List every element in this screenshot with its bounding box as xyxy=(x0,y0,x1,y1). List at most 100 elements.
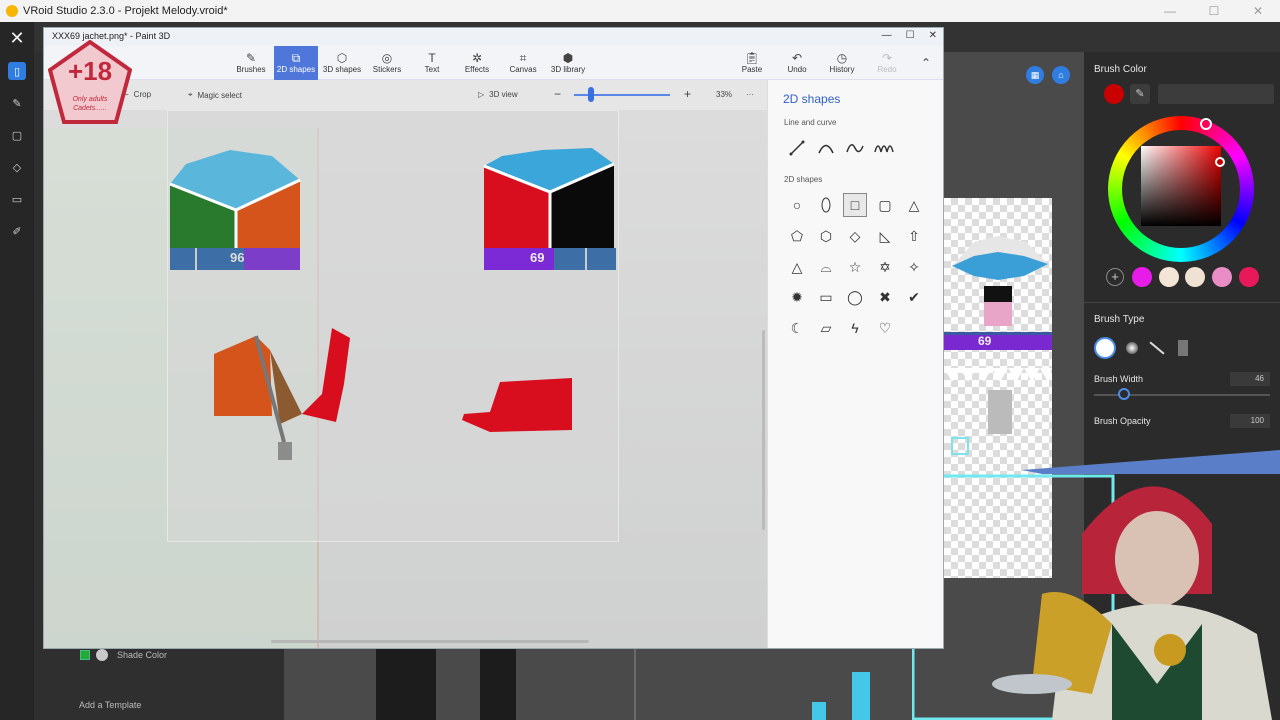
maximize-icon[interactable]: ☐ xyxy=(1192,0,1236,22)
layer-icon[interactable]: ▯ xyxy=(8,62,26,80)
view3d-toggle[interactable]: ▷ 3D view xyxy=(478,90,518,99)
zoom-out-button[interactable]: − xyxy=(554,87,561,101)
uv-view-icon[interactable]: ⌂ xyxy=(1052,66,1070,84)
library3d-button[interactable]: ⬢ 3D library xyxy=(548,46,588,80)
collapse-ribbon-button[interactable]: ⌃ xyxy=(916,46,936,80)
vroid-window-title: VRoid Studio 2.3.0 - Projekt Melody.vroi… xyxy=(23,5,228,17)
more-options-button[interactable]: ··· xyxy=(746,90,754,99)
line-tool-icon[interactable] xyxy=(786,137,808,159)
undo-button[interactable]: ↶ Undo xyxy=(780,46,814,80)
add-template-link[interactable]: Add a Template xyxy=(79,700,141,710)
line-curve-label: Line and curve xyxy=(784,118,837,127)
pentagon-shape-icon[interactable]: ⬠ xyxy=(786,225,808,247)
diamond-shape-icon[interactable]: ◇ xyxy=(844,225,866,247)
burst-shape-icon[interactable]: ✹ xyxy=(786,286,808,308)
speech-bubble-oval-icon[interactable]: ◯ xyxy=(844,286,866,308)
brush-opacity-value[interactable]: 100 xyxy=(1230,414,1270,428)
swatch-1[interactable] xyxy=(1132,267,1152,287)
heart-shape-icon[interactable]: ♡ xyxy=(874,317,896,339)
minimize-icon[interactable]: — xyxy=(1148,0,1192,22)
square-shape-icon[interactable]: □ xyxy=(843,193,867,217)
texture-icon[interactable]: ▢ xyxy=(8,126,26,144)
color-wheel[interactable] xyxy=(1108,116,1254,262)
swatch-2[interactable] xyxy=(1159,267,1179,287)
eyedropper-icon[interactable]: ✎ xyxy=(1130,84,1150,104)
leaf-shape-icon[interactable]: ⌓ xyxy=(815,256,837,278)
shade-color-swatch[interactable] xyxy=(96,649,108,661)
brush-round-icon[interactable] xyxy=(1094,337,1116,359)
character-leg xyxy=(480,648,516,720)
zoom-slider-handle[interactable] xyxy=(588,87,594,102)
checkmark-shape-icon[interactable]: ✔ xyxy=(903,286,925,308)
speech-bubble-rect-icon[interactable]: ▭ xyxy=(815,286,837,308)
star4-shape-icon[interactable]: ✧ xyxy=(903,256,925,278)
oval-shape-icon[interactable] xyxy=(815,194,837,216)
moon-shape-icon[interactable]: ☾ xyxy=(786,317,808,339)
zoom-percent[interactable]: 33% xyxy=(716,90,732,99)
stickers-button[interactable]: ◎ Stickers xyxy=(366,46,408,80)
hue-handle[interactable] xyxy=(1200,118,1212,130)
text-button[interactable]: T Text xyxy=(416,46,448,80)
eraser-icon[interactable]: ▭ xyxy=(8,190,26,208)
history-button[interactable]: ◷ History xyxy=(822,46,862,80)
canvas-button[interactable]: ⌗ Canvas xyxy=(504,46,542,80)
triangle-shape-icon[interactable]: △ xyxy=(903,194,925,216)
star6-shape-icon[interactable]: ✡ xyxy=(874,256,896,278)
brush-width-value[interactable]: 46 xyxy=(1230,372,1270,386)
color-handle[interactable] xyxy=(1215,157,1225,167)
brushes-button[interactable]: ✎ Brushes xyxy=(231,46,271,80)
shapes2d-button[interactable]: ⧉ 2D shapes xyxy=(274,46,318,80)
effects-button[interactable]: ✲ Effects xyxy=(458,46,496,80)
brush-color-hex[interactable] xyxy=(1158,84,1274,104)
swatch-5[interactable] xyxy=(1239,267,1259,287)
close-icon[interactable]: ✕ xyxy=(1236,0,1280,22)
stamp-line2: Only adults xyxy=(72,96,108,103)
paint3d-canvas-area[interactable]: 96 69 xyxy=(44,110,767,648)
paint3d-close-icon[interactable]: ✕ xyxy=(929,30,937,41)
s-curve-tool-icon[interactable] xyxy=(844,137,866,159)
arrow-up-shape-icon[interactable]: ⇧ xyxy=(903,225,925,247)
character-legs xyxy=(376,648,436,720)
shapes3d-button[interactable]: ⬡ 3D shapes xyxy=(320,46,364,80)
brush-icon[interactable]: ✎ xyxy=(8,94,26,112)
lightning-shape-icon[interactable]: ϟ xyxy=(844,317,866,339)
redo-button[interactable]: ↷ Redo xyxy=(870,46,904,80)
zoom-in-button[interactable]: + xyxy=(684,87,691,101)
triangle-outline-shape-icon[interactable]: △ xyxy=(786,256,808,278)
streamer-overlay xyxy=(912,444,1280,720)
paint3d-maximize-icon[interactable]: ☐ xyxy=(906,30,915,41)
brush-width-handle[interactable] xyxy=(1118,388,1130,400)
add-swatch-icon[interactable]: + xyxy=(1106,268,1124,286)
view3d-icon: ▷ xyxy=(478,90,485,99)
saturation-square[interactable] xyxy=(1141,146,1221,226)
jacket-back-left: 96 xyxy=(168,130,304,274)
paint3d-subbar: ⌐ Crop ⌖ Magic select ▷ 3D view − + 33% ··· xyxy=(44,80,767,110)
brush-line-icon[interactable] xyxy=(1149,341,1165,355)
hexagon-shape-icon[interactable]: ⬡ xyxy=(815,225,837,247)
curve-tool-icon[interactable] xyxy=(815,137,837,159)
circle-shape-icon[interactable]: ○ xyxy=(786,194,808,216)
swatch-4[interactable] xyxy=(1212,267,1232,287)
wave-curve-tool-icon[interactable] xyxy=(874,137,896,159)
paste-button[interactable]: 📋︎ Paste xyxy=(734,46,770,80)
brush-soft-icon[interactable] xyxy=(1126,342,1138,354)
banner-shape-icon[interactable]: ▱ xyxy=(815,317,837,339)
vroid-logo-icon xyxy=(6,5,18,17)
x-shape-icon[interactable]: ✖ xyxy=(874,286,896,308)
vertical-scrollbar[interactable] xyxy=(762,330,765,530)
fill-icon[interactable]: ◇ xyxy=(8,158,26,176)
jacket-number-right: 69 xyxy=(530,250,545,265)
pen-icon[interactable]: ✐ xyxy=(8,222,26,240)
vroid-close-icon[interactable]: ✕ xyxy=(6,27,28,49)
paint3d-minimize-icon[interactable]: — xyxy=(882,30,892,41)
horizontal-scrollbar[interactable] xyxy=(271,640,589,643)
brush-texture-icon[interactable] xyxy=(1178,340,1188,356)
star5-shape-icon[interactable]: ☆ xyxy=(844,256,866,278)
right-triangle-shape-icon[interactable]: ◺ xyxy=(874,225,896,247)
rounded-rect-shape-icon[interactable]: ▢ xyxy=(874,194,896,216)
magic-select-button[interactable]: ⌖ Magic select xyxy=(188,90,242,100)
shade-checkbox[interactable] xyxy=(80,650,90,660)
current-color-swatch[interactable] xyxy=(1104,84,1124,104)
swatch-3[interactable] xyxy=(1185,267,1205,287)
grid-view-icon[interactable]: ▦ xyxy=(1026,66,1044,84)
